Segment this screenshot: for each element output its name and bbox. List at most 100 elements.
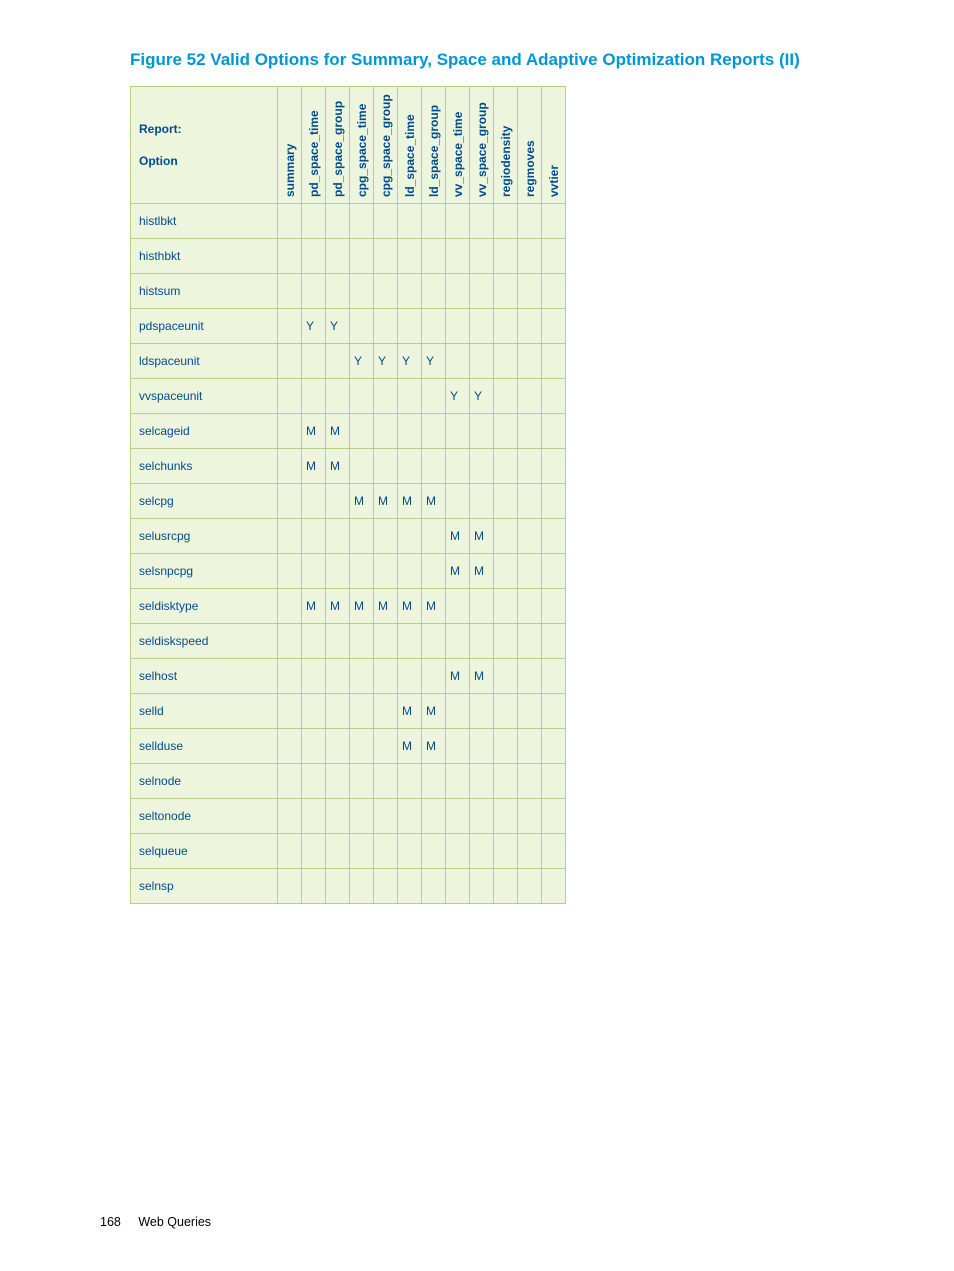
table-cell <box>422 309 446 344</box>
table-cell <box>374 204 398 239</box>
table-cell <box>398 414 422 449</box>
table-body: histlbkthisthbkthistsumpdspaceunitYYldsp… <box>131 204 566 904</box>
table-cell <box>302 379 326 414</box>
table-cell: M <box>374 589 398 624</box>
table-cell <box>446 834 470 869</box>
table-row: selnode <box>131 764 566 799</box>
table-cell <box>350 204 374 239</box>
table-cell <box>518 204 542 239</box>
table-cell: M <box>398 589 422 624</box>
table-cell <box>326 239 350 274</box>
table-cell <box>518 589 542 624</box>
column-header-label: vv_space_group <box>475 102 489 197</box>
table-cell <box>518 799 542 834</box>
table-cell <box>470 274 494 309</box>
table-row: histlbkt <box>131 204 566 239</box>
table-cell <box>422 869 446 904</box>
table-cell <box>326 694 350 729</box>
column-header: vv_space_group <box>470 87 494 204</box>
table-cell <box>470 449 494 484</box>
table-cell <box>374 554 398 589</box>
column-header-label: regmoves <box>523 140 537 197</box>
table-cell <box>446 449 470 484</box>
table-cell <box>326 659 350 694</box>
table-row: histhbkt <box>131 239 566 274</box>
table-cell <box>374 449 398 484</box>
table-cell <box>542 309 566 344</box>
table-cell <box>494 414 518 449</box>
table-cell <box>350 519 374 554</box>
table-cell <box>278 449 302 484</box>
table-cell: M <box>422 589 446 624</box>
table-cell <box>374 659 398 694</box>
table-cell: M <box>470 554 494 589</box>
table-cell: Y <box>374 344 398 379</box>
table-cell <box>302 799 326 834</box>
table-cell <box>542 204 566 239</box>
figure-caption: Figure 52 Valid Options for Summary, Spa… <box>130 50 954 70</box>
table-cell <box>470 799 494 834</box>
table-cell <box>542 379 566 414</box>
table-row: seldiskspeed <box>131 624 566 659</box>
table-cell <box>374 519 398 554</box>
table-cell <box>518 729 542 764</box>
table-cell <box>542 729 566 764</box>
table-cell <box>326 869 350 904</box>
column-header: ld_space_group <box>422 87 446 204</box>
table-row: selchunksMM <box>131 449 566 484</box>
table-cell <box>518 449 542 484</box>
table-cell: M <box>302 414 326 449</box>
table-cell <box>398 309 422 344</box>
column-header-label: cpg_space_group <box>379 94 393 197</box>
row-label: sellduse <box>131 729 278 764</box>
table-cell <box>494 449 518 484</box>
table-cell <box>326 519 350 554</box>
table-cell <box>278 554 302 589</box>
table-cell <box>350 309 374 344</box>
page-footer: 168 Web Queries <box>100 1215 211 1229</box>
table-cell <box>518 414 542 449</box>
table-cell <box>374 379 398 414</box>
table-cell <box>422 449 446 484</box>
table-cell <box>422 554 446 589</box>
table-row: selldMM <box>131 694 566 729</box>
table-cell <box>470 869 494 904</box>
table-cell <box>422 764 446 799</box>
table-cell <box>278 834 302 869</box>
table-cell <box>542 484 566 519</box>
table-cell <box>398 274 422 309</box>
table-cell <box>350 869 374 904</box>
row-label: selchunks <box>131 449 278 484</box>
table-cell <box>470 239 494 274</box>
table-cell <box>494 484 518 519</box>
table-cell <box>350 694 374 729</box>
table-cell <box>326 764 350 799</box>
table-row: selusrcpgMM <box>131 519 566 554</box>
table-cell <box>518 484 542 519</box>
table-cell <box>446 484 470 519</box>
table-row: sellduseMM <box>131 729 566 764</box>
table-row: vvspaceunitYY <box>131 379 566 414</box>
table-cell <box>446 344 470 379</box>
table-cell <box>494 309 518 344</box>
table-cell <box>350 379 374 414</box>
table-cell <box>494 379 518 414</box>
table-cell <box>422 659 446 694</box>
table-cell <box>446 624 470 659</box>
table-cell: M <box>326 589 350 624</box>
table-cell <box>446 204 470 239</box>
table-cell <box>422 624 446 659</box>
table-cell <box>494 554 518 589</box>
table-cell <box>422 204 446 239</box>
row-label: selusrcpg <box>131 519 278 554</box>
table-cell <box>470 414 494 449</box>
table-cell <box>398 834 422 869</box>
table-cell <box>374 414 398 449</box>
table-cell: M <box>422 729 446 764</box>
table-cell <box>278 869 302 904</box>
table-cell <box>302 239 326 274</box>
column-header: regiodensity <box>494 87 518 204</box>
row-label: pdspaceunit <box>131 309 278 344</box>
table-cell <box>278 694 302 729</box>
table-cell <box>398 379 422 414</box>
